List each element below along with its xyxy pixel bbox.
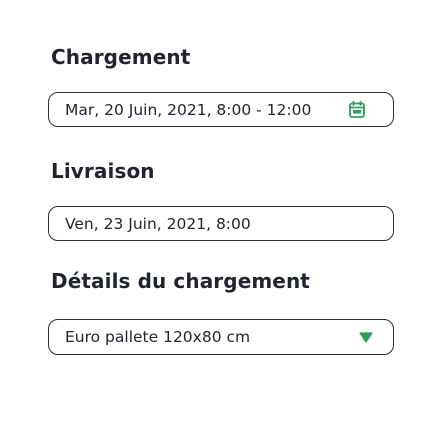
- delivery-section-title: Livraison: [51, 159, 155, 183]
- pallet-type-selected-value: Euro pallete 120x80 cm: [65, 328, 251, 346]
- pallet-type-select[interactable]: Euro pallete 120x80 cm: [48, 319, 394, 355]
- load-details-section-title: Détails du chargement: [51, 269, 310, 293]
- delivery-date-field[interactable]: Ven, 23 Juin, 2021, 8:00: [48, 206, 394, 241]
- calendar-icon[interactable]: [349, 101, 365, 118]
- chevron-down-icon[interactable]: [359, 331, 373, 343]
- loading-section-title: Chargement: [51, 45, 191, 69]
- loading-date-field[interactable]: Mar, 20 Juin, 2021, 8:00 - 12:00: [48, 92, 394, 127]
- delivery-date-value: Ven, 23 Juin, 2021, 8:00: [65, 214, 251, 233]
- loading-date-value: Mar, 20 Juin, 2021, 8:00 - 12:00: [65, 100, 312, 119]
